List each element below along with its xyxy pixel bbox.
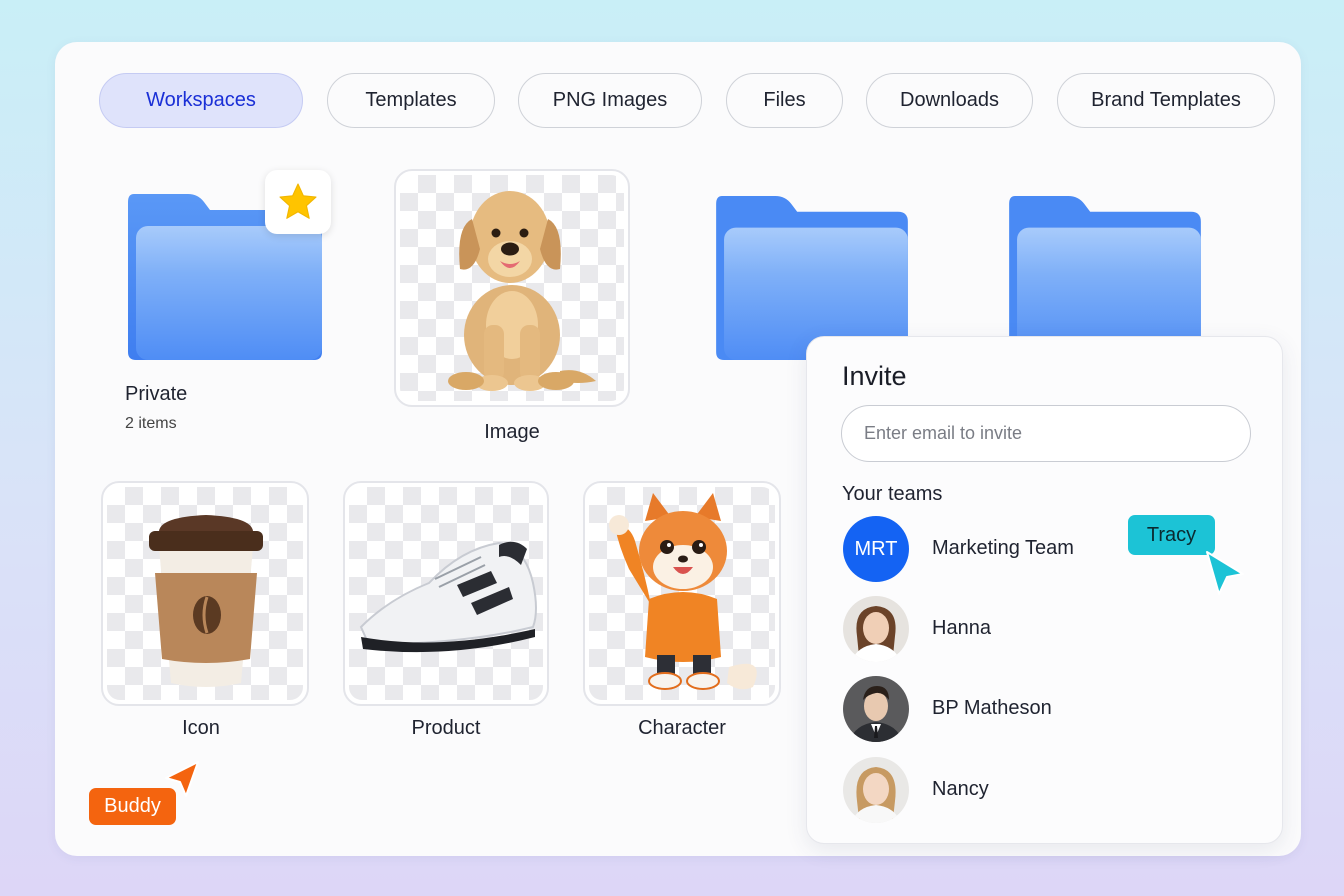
tab-files[interactable]: Files [726,73,843,128]
puppy-image [448,191,596,391]
buddy-cursor-label: Buddy [89,788,176,825]
image-card[interactable] [394,169,630,407]
invite-title: Invite [842,361,907,391]
your-teams-label: Your teams [842,483,943,505]
star-icon [279,183,317,219]
icon-card-name: Icon [182,717,220,739]
tab-png-images[interactable]: PNG Images [518,73,702,128]
invite-email-input[interactable] [841,405,1251,462]
sneaker-image [359,541,537,653]
avatar [843,676,909,742]
team-avatar: MRT [843,516,909,582]
private-folder-name: Private [125,383,188,405]
coffee-cup-image [149,515,263,687]
tracy-cursor-icon [1206,551,1244,595]
member-name: Hanna [932,617,991,639]
private-folder-count: 2 items [125,415,177,432]
image-card-name: Image [484,421,540,443]
character-card[interactable] [583,481,781,706]
member-name: BP Matheson [932,697,1052,719]
tab-downloads[interactable]: Downloads [866,73,1033,128]
product-card-name: Product [411,717,481,739]
tab-brand-templates[interactable]: Brand Templates [1057,73,1275,128]
fox-character-image [609,493,757,690]
icon-card[interactable] [101,481,309,706]
member-nancy[interactable]: Nancy [843,757,1223,823]
avatar [843,757,909,823]
character-card-name: Character [638,717,726,739]
member-name: Nancy [932,778,989,800]
favorite-star-badge[interactable] [265,170,331,234]
avatar [843,596,909,662]
member-bp-matheson[interactable]: BP Matheson [843,676,1223,742]
tab-workspaces[interactable]: Workspaces [99,73,303,128]
member-hanna[interactable]: Hanna [843,596,1223,662]
member-name: Marketing Team [932,537,1074,559]
product-card[interactable] [343,481,549,706]
tracy-cursor-label: Tracy [1128,515,1215,555]
tab-templates[interactable]: Templates [327,73,495,128]
